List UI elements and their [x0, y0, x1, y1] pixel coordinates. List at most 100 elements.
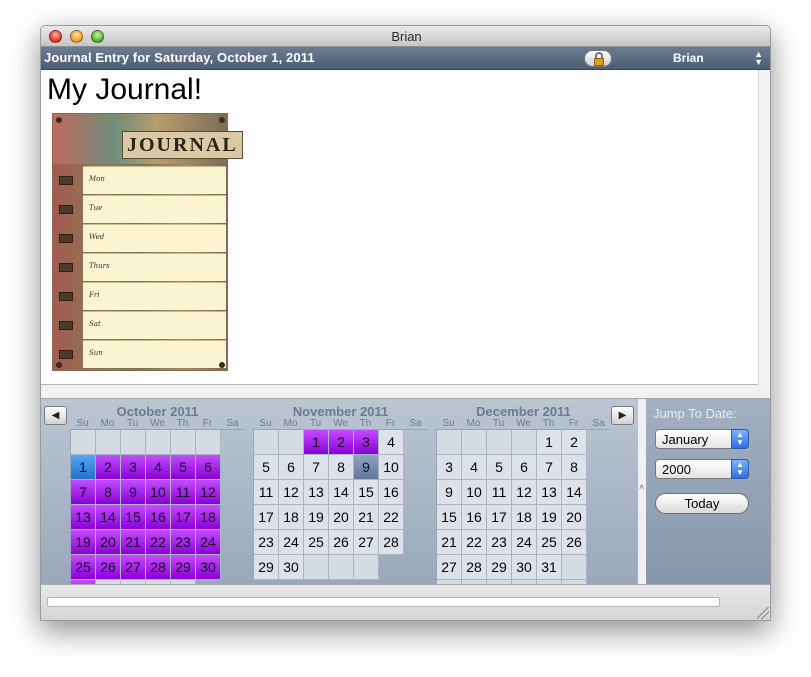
day-cell[interactable]: 27 [121, 555, 146, 580]
day-cell[interactable]: 31 [537, 555, 562, 580]
day-cell[interactable]: 20 [329, 505, 354, 530]
title-bar[interactable]: Brian [41, 26, 770, 47]
day-cell[interactable]: 14 [562, 480, 587, 505]
day-cell[interactable]: 21 [437, 530, 462, 555]
day-cell[interactable]: 30 [512, 555, 537, 580]
day-cell[interactable]: 9 [437, 480, 462, 505]
day-cell[interactable]: 14 [329, 480, 354, 505]
day-cell[interactable]: 3 [354, 430, 379, 455]
day-cell[interactable]: 1 [71, 455, 96, 480]
content-scrollbar[interactable] [758, 70, 770, 385]
day-cell[interactable]: 30 [279, 555, 304, 580]
day-cell[interactable]: 9 [121, 480, 146, 505]
next-month-button[interactable]: ▶ [611, 406, 634, 425]
day-cell[interactable]: 15 [354, 480, 379, 505]
day-cell[interactable]: 23 [254, 530, 279, 555]
day-cell[interactable]: 14 [96, 505, 121, 530]
day-cell[interactable]: 25 [71, 555, 96, 580]
day-cell[interactable]: 17 [254, 505, 279, 530]
day-cell[interactable]: 3 [437, 455, 462, 480]
day-cell[interactable]: 7 [537, 455, 562, 480]
day-cell[interactable]: 30 [196, 555, 221, 580]
day-cell[interactable]: 27 [354, 530, 379, 555]
panel-divider[interactable]: ˄ [638, 399, 646, 584]
day-cell[interactable]: 23 [487, 530, 512, 555]
today-button[interactable]: Today [655, 493, 749, 514]
split-view-divider[interactable] [41, 385, 770, 399]
day-cell[interactable]: 19 [537, 505, 562, 530]
day-cell[interactable]: 17 [171, 505, 196, 530]
day-cell[interactable]: 15 [437, 505, 462, 530]
day-cell[interactable]: 22 [379, 505, 404, 530]
day-cell[interactable]: 12 [196, 480, 221, 505]
day-cell[interactable]: 18 [512, 505, 537, 530]
day-cell[interactable]: 11 [254, 480, 279, 505]
day-cell[interactable]: 4 [462, 455, 487, 480]
day-cell[interactable]: 5 [171, 455, 196, 480]
day-cell[interactable]: 6 [279, 455, 304, 480]
day-cell[interactable]: 10 [146, 480, 171, 505]
day-cell[interactable]: 24 [512, 530, 537, 555]
day-cell[interactable]: 9 [354, 455, 379, 480]
day-cell[interactable]: 28 [379, 530, 404, 555]
day-cell[interactable]: 16 [462, 505, 487, 530]
day-cell[interactable]: 4 [146, 455, 171, 480]
day-cell[interactable]: 26 [562, 530, 587, 555]
day-cell[interactable]: 7 [71, 480, 96, 505]
day-cell[interactable]: 16 [146, 505, 171, 530]
day-cell[interactable]: 8 [562, 455, 587, 480]
day-cell[interactable]: 26 [329, 530, 354, 555]
day-cell[interactable]: 1 [304, 430, 329, 455]
day-cell[interactable]: 3 [121, 455, 146, 480]
day-cell[interactable]: 24 [279, 530, 304, 555]
previous-month-button[interactable]: ◀ [44, 406, 67, 425]
day-cell[interactable]: 10 [462, 480, 487, 505]
day-cell[interactable]: 2 [96, 455, 121, 480]
day-cell[interactable]: 13 [304, 480, 329, 505]
day-cell[interactable]: 6 [512, 455, 537, 480]
day-cell[interactable]: 12 [512, 480, 537, 505]
day-cell[interactable]: 25 [537, 530, 562, 555]
day-cell[interactable]: 22 [146, 530, 171, 555]
day-cell[interactable]: 19 [71, 530, 96, 555]
day-cell[interactable]: 26 [96, 555, 121, 580]
day-cell[interactable]: 2 [329, 430, 354, 455]
user-selector[interactable]: Brian ▲ ▼ [641, 49, 769, 68]
day-cell[interactable]: 5 [254, 455, 279, 480]
day-cell[interactable]: 2 [562, 430, 587, 455]
journal-content-editor[interactable]: My Journal! JOURNAL Mon Tue Wed Thurs Fri Sat… [41, 70, 770, 385]
lock-button[interactable] [584, 50, 612, 67]
day-cell[interactable]: 28 [146, 555, 171, 580]
day-cell[interactable]: 8 [96, 480, 121, 505]
day-cell[interactable]: 11 [487, 480, 512, 505]
resize-grip-icon[interactable] [757, 607, 769, 619]
day-cell[interactable]: 5 [487, 455, 512, 480]
day-cell[interactable]: 11 [171, 480, 196, 505]
month-popup[interactable]: January ▲ ▼ [655, 429, 749, 449]
day-cell[interactable]: 8 [329, 455, 354, 480]
day-cell[interactable]: 29 [487, 555, 512, 580]
day-cell[interactable]: 23 [171, 530, 196, 555]
day-cell[interactable]: 1 [537, 430, 562, 455]
status-field[interactable] [47, 597, 720, 607]
day-cell[interactable]: 27 [437, 555, 462, 580]
day-cell[interactable]: 24 [196, 530, 221, 555]
day-cell[interactable]: 4 [379, 430, 404, 455]
day-cell[interactable]: 17 [487, 505, 512, 530]
day-cell[interactable]: 13 [537, 480, 562, 505]
day-cell[interactable]: 15 [121, 505, 146, 530]
day-cell[interactable]: 22 [462, 530, 487, 555]
day-cell[interactable]: 7 [304, 455, 329, 480]
day-cell[interactable]: 20 [562, 505, 587, 530]
day-cell[interactable]: 28 [462, 555, 487, 580]
day-cell[interactable]: 6 [196, 455, 221, 480]
day-cell[interactable]: 18 [196, 505, 221, 530]
day-cell[interactable]: 13 [71, 505, 96, 530]
day-cell[interactable]: 21 [121, 530, 146, 555]
day-cell[interactable]: 18 [279, 505, 304, 530]
day-cell[interactable]: 10 [379, 455, 404, 480]
day-cell[interactable]: 12 [279, 480, 304, 505]
year-popup[interactable]: 2000 ▲ ▼ [655, 459, 749, 479]
day-cell[interactable]: 29 [171, 555, 196, 580]
day-cell[interactable]: 29 [254, 555, 279, 580]
